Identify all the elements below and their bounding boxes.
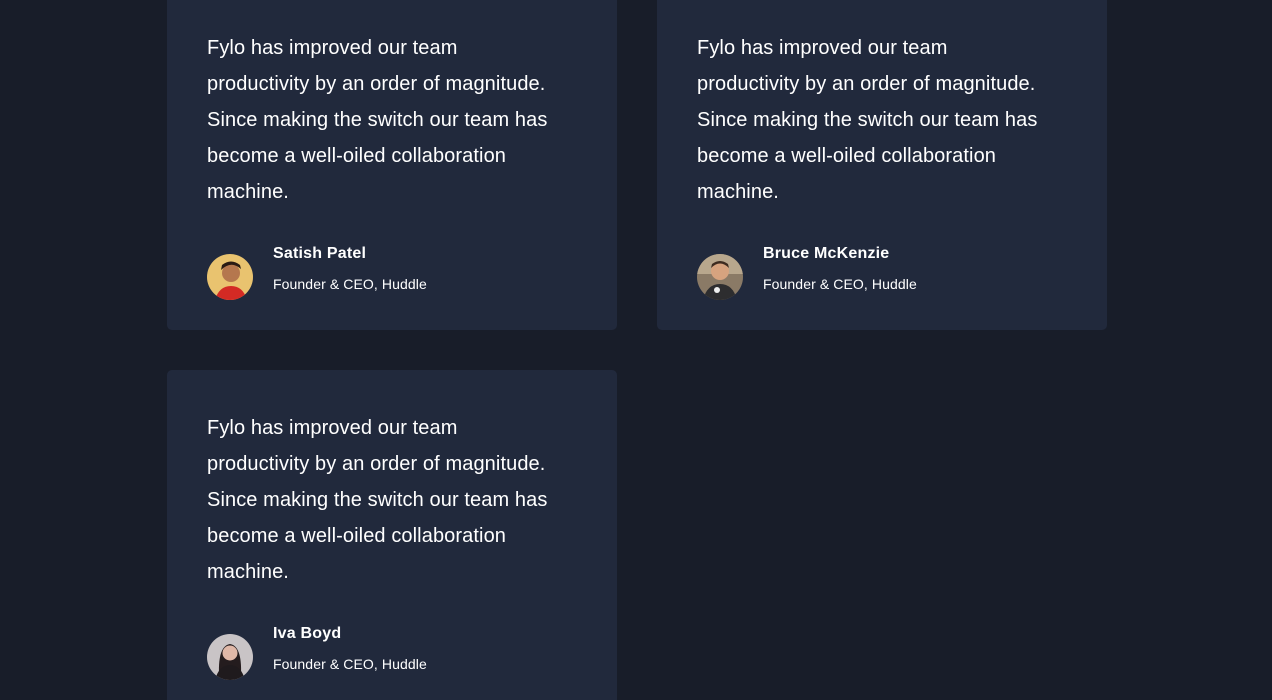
author-name: Bruce McKenzie: [763, 245, 890, 262]
testimonial-card: Fylo has improved our team productivity …: [167, 370, 617, 700]
testimonial-quote: Fylo has improved our team productivity …: [697, 37, 1038, 203]
avatar: [207, 634, 253, 680]
testimonial-author: Bruce McKenzie Founder & CEO, Huddle: [697, 244, 1067, 300]
testimonial-author: Iva Boyd Founder & CEO, Huddle: [207, 624, 577, 680]
avatar: [207, 254, 253, 300]
author-name: Satish Patel: [273, 245, 367, 262]
author-role: Founder & CEO, Huddle: [763, 276, 917, 292]
testimonial-card: Fylo has improved our team productivity …: [657, 0, 1107, 330]
author-role: Founder & CEO, Huddle: [273, 276, 427, 292]
author-role: Founder & CEO, Huddle: [273, 656, 427, 672]
testimonials-section: Fylo has improved our team productivity …: [0, 0, 1272, 700]
testimonial-author: Satish Patel Founder & CEO, Huddle: [207, 244, 577, 300]
testimonial-quote: Fylo has improved our team productivity …: [207, 417, 548, 583]
avatar: [697, 254, 743, 300]
author-name: Iva Boyd: [273, 625, 342, 642]
testimonial-card: Fylo has improved our team productivity …: [167, 0, 617, 330]
testimonial-quote: Fylo has improved our team productivity …: [207, 37, 548, 203]
